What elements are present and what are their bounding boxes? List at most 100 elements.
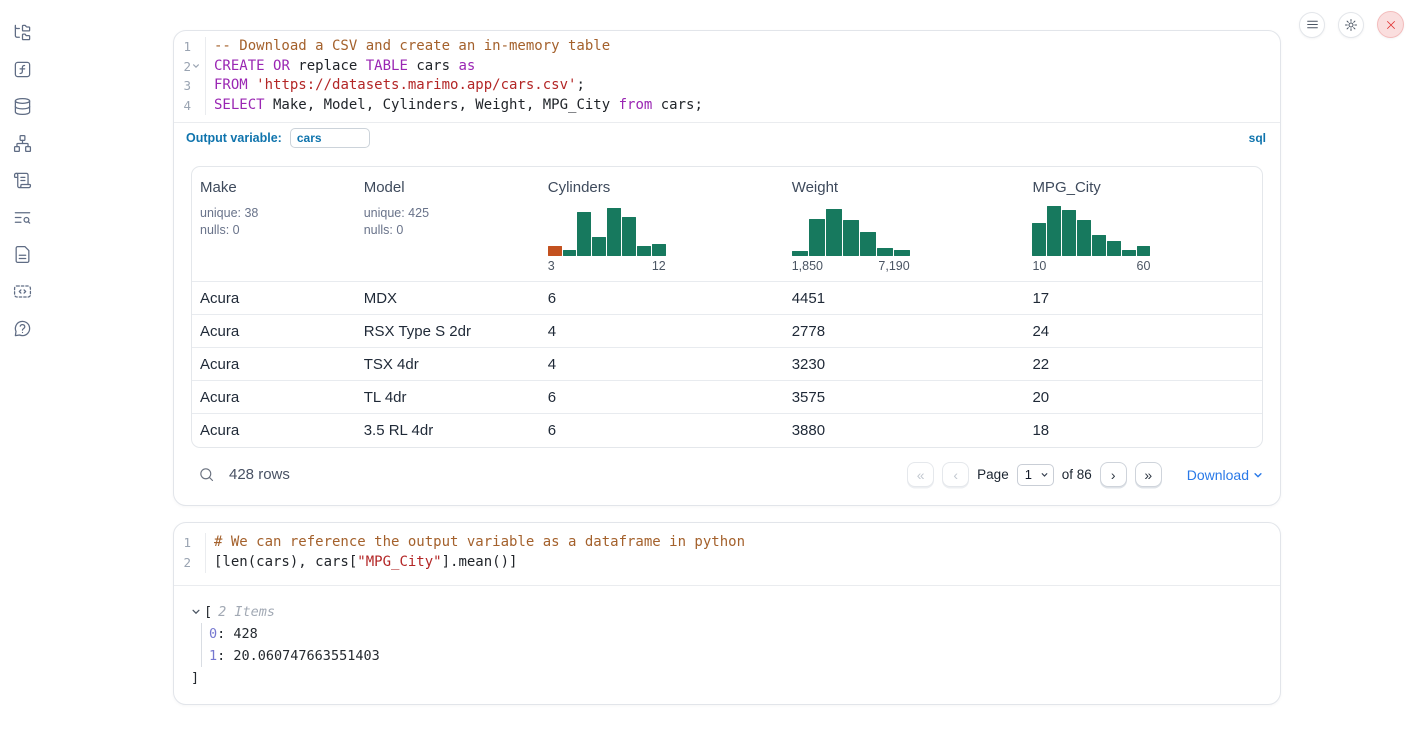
column-header[interactable]: MPG_City [1032, 179, 1254, 196]
table-cell: 4 [540, 323, 784, 340]
output-variable-input[interactable] [290, 128, 370, 148]
table-cell: 18 [1024, 422, 1262, 439]
histogram-axis: 1060 [1032, 259, 1150, 273]
code-line: 4SELECT Make, Model, Cylinders, Weight, … [174, 96, 1280, 116]
table-cell: 6 [540, 290, 784, 307]
table-cell: Acura [192, 323, 356, 340]
close-icon[interactable] [1377, 11, 1404, 38]
column-header-cell: MPG_City 1060 [1024, 167, 1262, 281]
table-cell: 3.5 RL 4dr [356, 422, 540, 439]
settings-gear-icon[interactable] [1338, 12, 1364, 38]
histogram-bar [622, 217, 636, 257]
column-stats: unique: 425nulls: 0 [364, 205, 532, 238]
table-row[interactable]: Acura3.5 RL 4dr6388018 [192, 414, 1262, 447]
database-icon[interactable] [11, 95, 33, 117]
histogram-bar [1107, 241, 1121, 256]
column-histogram: 312 [548, 204, 666, 273]
sidebar [0, 0, 44, 729]
page-label: Page [977, 467, 1009, 482]
text-search-icon[interactable] [11, 206, 33, 228]
column-header[interactable]: Cylinders [548, 179, 776, 196]
file-explorer-tree-icon[interactable] [11, 21, 33, 43]
histogram-bar [1047, 206, 1061, 256]
histogram-bar [826, 209, 842, 257]
scroll-logs-icon[interactable] [11, 169, 33, 191]
table-cell: Acura [192, 290, 356, 307]
dataframe-table: Make unique: 38nulls: 0 Model unique: 425nu… [191, 166, 1263, 448]
table-row[interactable]: AcuraTL 4dr6357520 [192, 381, 1262, 414]
histogram-axis: 312 [548, 259, 666, 273]
table-cell: 22 [1024, 356, 1262, 373]
language-badge: sql [1249, 131, 1266, 145]
table-header: Make unique: 38nulls: 0 Model unique: 425nu… [192, 167, 1262, 282]
table-body: AcuraMDX6445117AcuraRSX Type S 2dr427782… [192, 282, 1262, 447]
page-select[interactable]: 1 [1017, 464, 1054, 486]
tree-open-bracket: [ [204, 601, 212, 623]
histogram-bar [860, 232, 876, 256]
table-row[interactable]: AcuraMDX6445117 [192, 282, 1262, 315]
histogram-bar [652, 244, 666, 256]
tree-entry: 0: 428 [209, 623, 1263, 645]
column-header-cell: Make unique: 38nulls: 0 [192, 167, 356, 281]
next-page-button[interactable]: › [1100, 462, 1127, 487]
previous-page-button[interactable]: ‹ [942, 462, 969, 487]
table-row[interactable]: AcuraTSX 4dr4323022 [192, 348, 1262, 381]
table-cell: 6 [540, 389, 784, 406]
table-row[interactable]: AcuraRSX Type S 2dr4277824 [192, 315, 1262, 348]
histogram-bar [548, 246, 562, 256]
histogram-bar [607, 208, 621, 257]
column-header-cell: Weight 1,8507,190 [784, 167, 1025, 281]
table-cell: Acura [192, 389, 356, 406]
line-number: 3 [174, 76, 206, 96]
table-cell: 3575 [784, 389, 1025, 406]
histogram-bar [1077, 220, 1091, 256]
search-icon[interactable] [197, 466, 215, 484]
code-snippet-icon[interactable] [11, 280, 33, 302]
first-page-button[interactable]: « [907, 462, 934, 487]
sql-editor[interactable]: 1-- Download a CSV and create an in-memo… [174, 31, 1280, 122]
sql-output-area: Make unique: 38nulls: 0 Model unique: 425nu… [174, 152, 1280, 505]
histogram-bar [843, 220, 859, 256]
histogram-bar [1032, 223, 1046, 256]
last-page-button[interactable]: » [1135, 462, 1162, 487]
column-stats: unique: 38nulls: 0 [200, 205, 348, 238]
table-cell: Acura [192, 422, 356, 439]
histogram-bar [577, 212, 591, 257]
histogram-bar [592, 237, 606, 257]
table-cell: MDX [356, 290, 540, 307]
menu-icon[interactable] [1299, 12, 1325, 38]
fold-toggle-icon[interactable] [192, 61, 202, 71]
histogram-bar [563, 250, 577, 256]
tree-collapse-icon[interactable] [191, 606, 202, 617]
histogram-bar [809, 219, 825, 256]
table-cell: RSX Type S 2dr [356, 323, 540, 340]
histogram-bar [877, 248, 893, 256]
column-header[interactable]: Make [200, 179, 348, 196]
dependency-graph-icon[interactable] [11, 132, 33, 154]
help-chat-icon[interactable] [11, 317, 33, 339]
code-line: 2CREATE OR replace TABLE cars as [174, 57, 1280, 77]
line-number: 1 [174, 533, 206, 553]
column-header-cell: Cylinders 312 [540, 167, 784, 281]
chevron-down-icon [1040, 470, 1049, 479]
table-cell: 4 [540, 356, 784, 373]
tree-children: 0: 4281: 20.060747663551403 [201, 623, 1263, 667]
table-cell: 24 [1024, 323, 1262, 340]
download-button[interactable]: Download [1187, 467, 1263, 483]
page-total-label: of 86 [1062, 467, 1092, 482]
table-cell: 3230 [784, 356, 1025, 373]
document-icon[interactable] [11, 243, 33, 265]
column-header[interactable]: Model [364, 179, 532, 196]
table-cell: 2778 [784, 323, 1025, 340]
histogram-bar [894, 250, 910, 257]
column-histogram: 1,8507,190 [792, 204, 910, 273]
column-header[interactable]: Weight [792, 179, 1017, 196]
code-line: 3FROM 'https://datasets.marimo.app/cars.… [174, 76, 1280, 96]
python-editor[interactable]: 1# We can reference the output variable … [174, 523, 1280, 585]
function-square-icon[interactable] [11, 58, 33, 80]
tree-items-count: 2 Items [218, 601, 275, 623]
code-line: 1-- Download a CSV and create an in-memo… [174, 37, 1280, 57]
histogram-bar [637, 246, 651, 256]
notebook: 1-- Download a CSV and create an in-memo… [173, 30, 1281, 705]
histogram-bar [1092, 235, 1106, 257]
